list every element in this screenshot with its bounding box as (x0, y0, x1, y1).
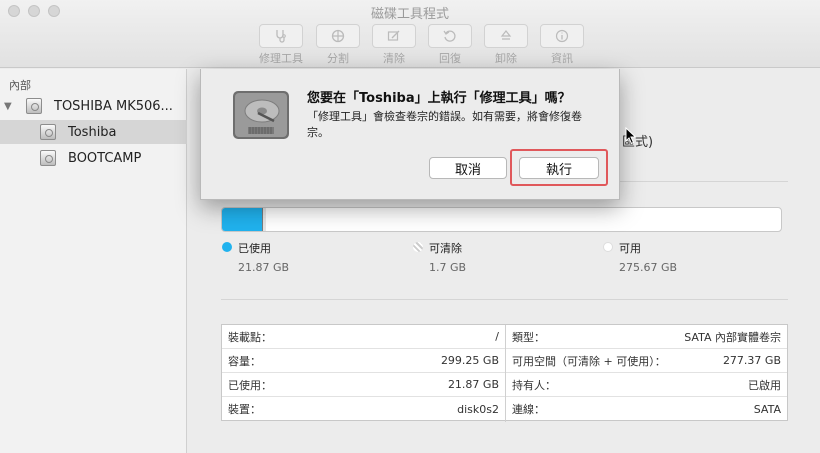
first-aid-confirm-dialog: 您要在「Toshiba」上執行「修理工具」嗎？ 「修理工具」會檢查卷宗的錯誤。如… (200, 69, 620, 200)
info-key: 持有人： (512, 378, 556, 392)
erase-label: 清除 (383, 52, 405, 65)
sidebar-item-toshiba-volume[interactable]: Toshiba (0, 120, 187, 144)
disclosure-triangle-icon[interactable]: ▼ (4, 101, 12, 112)
legend-used-label: 已使用 (238, 242, 271, 255)
info-value: 299.25 GB (440, 354, 499, 367)
mouse-cursor-icon (625, 127, 637, 145)
disk-utility-window: 磁碟工具程式 修理工具 分割 清除 回復 卸除 資訊 內部 ▼ TOSHIBA … (0, 0, 820, 453)
available-dot-icon (603, 242, 613, 252)
title-bar: 磁碟工具程式 修理工具 分割 清除 回復 卸除 資訊 (0, 0, 820, 68)
unmount-label: 卸除 (495, 52, 517, 65)
info-key: 裝載點： (228, 330, 272, 344)
info-value: SATA 內部實體卷宗 (684, 330, 781, 344)
info-key: 裝置： (228, 403, 261, 416)
info-value: 21.87 GB (447, 378, 499, 391)
hard-drive-icon (228, 81, 294, 147)
sidebar-section-internal: 內部 (9, 79, 31, 92)
info-key: 可用空間（可清除 + 可使用）： (512, 354, 666, 368)
legend-purgeable-value: 1.7 GB (429, 261, 467, 274)
run-button[interactable]: 執行 (519, 157, 599, 179)
usage-bar (221, 207, 782, 232)
info-connection: 連線： SATA (506, 397, 787, 421)
first-aid-tool[interactable]: 修理工具 (258, 24, 304, 66)
sidebar-item-label: BOOTCAMP (68, 150, 142, 166)
legend-used-value: 21.87 GB (238, 261, 290, 274)
erase-tool[interactable]: 清除 (372, 24, 416, 66)
toolbar: 修理工具 分割 清除 回復 卸除 資訊 (258, 24, 584, 66)
info-value: 已啟用 (748, 378, 781, 392)
restore-label: 回復 (439, 52, 461, 65)
sidebar-item-bootcamp[interactable]: BOOTCAMP (0, 146, 187, 170)
info-key: 類型： (512, 330, 545, 344)
usage-used-segment (222, 208, 263, 231)
info-key: 連線： (512, 403, 545, 416)
info-value: 277.37 GB (722, 354, 781, 367)
sidebar-item-toshiba-disk[interactable]: ▼ TOSHIBA MK506... (0, 94, 187, 118)
sidebar: 內部 ▼ TOSHIBA MK506... Toshiba BOOTCAMP (0, 69, 187, 453)
eject-icon[interactable] (484, 24, 528, 48)
legend-available-value: 275.67 GB (619, 261, 678, 274)
legend-available-label: 可用 (619, 242, 641, 255)
info-icon[interactable] (540, 24, 584, 48)
dialog-message: 「修理工具」會檢查卷宗的錯誤。如有需要，將會修復卷宗。 (307, 110, 582, 139)
info-device: 裝置： disk0s2 (222, 397, 505, 421)
hard-disk-icon (26, 98, 42, 114)
info-key: 容量： (228, 354, 261, 368)
partition-label: 分割 (327, 52, 349, 65)
erase-icon[interactable] (372, 24, 416, 48)
volume-icon (40, 150, 56, 166)
sidebar-item-label: TOSHIBA MK506... (54, 98, 173, 114)
info-type: 類型： SATA 內部實體卷宗 (506, 325, 787, 349)
info-used: 已使用： 21.87 GB (222, 373, 505, 397)
sidebar-item-label: Toshiba (68, 124, 117, 140)
info-value: disk0s2 (457, 402, 499, 416)
partition-tool[interactable]: 分割 (316, 24, 360, 66)
info-capacity: 容量： 299.25 GB (222, 349, 505, 373)
window-title: 磁碟工具程式 (370, 7, 449, 22)
cancel-button[interactable]: 取消 (429, 157, 507, 179)
middle-divider (221, 299, 788, 300)
info-tool[interactable]: 資訊 (540, 24, 584, 66)
restore-tool[interactable]: 回復 (428, 24, 472, 66)
info-key: 已使用： (228, 378, 272, 392)
dialog-title: 您要在「Toshiba」上執行「修理工具」嗎？ (307, 91, 571, 106)
volume-icon (40, 124, 56, 140)
info-value: / (495, 330, 499, 343)
legend-purgeable-label: 可清除 (429, 242, 462, 255)
usage-purgeable-segment (262, 208, 267, 231)
stethoscope-icon[interactable] (259, 24, 303, 48)
info-mount-point: 裝載點： / (222, 325, 505, 349)
first-aid-label: 修理工具 (259, 52, 303, 65)
info-owners: 持有人： 已啟用 (506, 373, 787, 397)
unmount-tool[interactable]: 卸除 (484, 24, 528, 66)
used-dot-icon (222, 242, 232, 252)
info-value: SATA (753, 402, 781, 416)
info-label: 資訊 (551, 52, 573, 65)
partition-icon[interactable] (316, 24, 360, 48)
info-table: 裝載點： / 容量： 299.25 GB 已使用： 21.87 GB 裝置： d… (221, 324, 788, 422)
info-available-space: 可用空間（可清除 + 可使用）： 277.37 GB (506, 349, 787, 373)
restore-icon[interactable] (428, 24, 472, 48)
purgeable-dot-icon (413, 242, 423, 252)
